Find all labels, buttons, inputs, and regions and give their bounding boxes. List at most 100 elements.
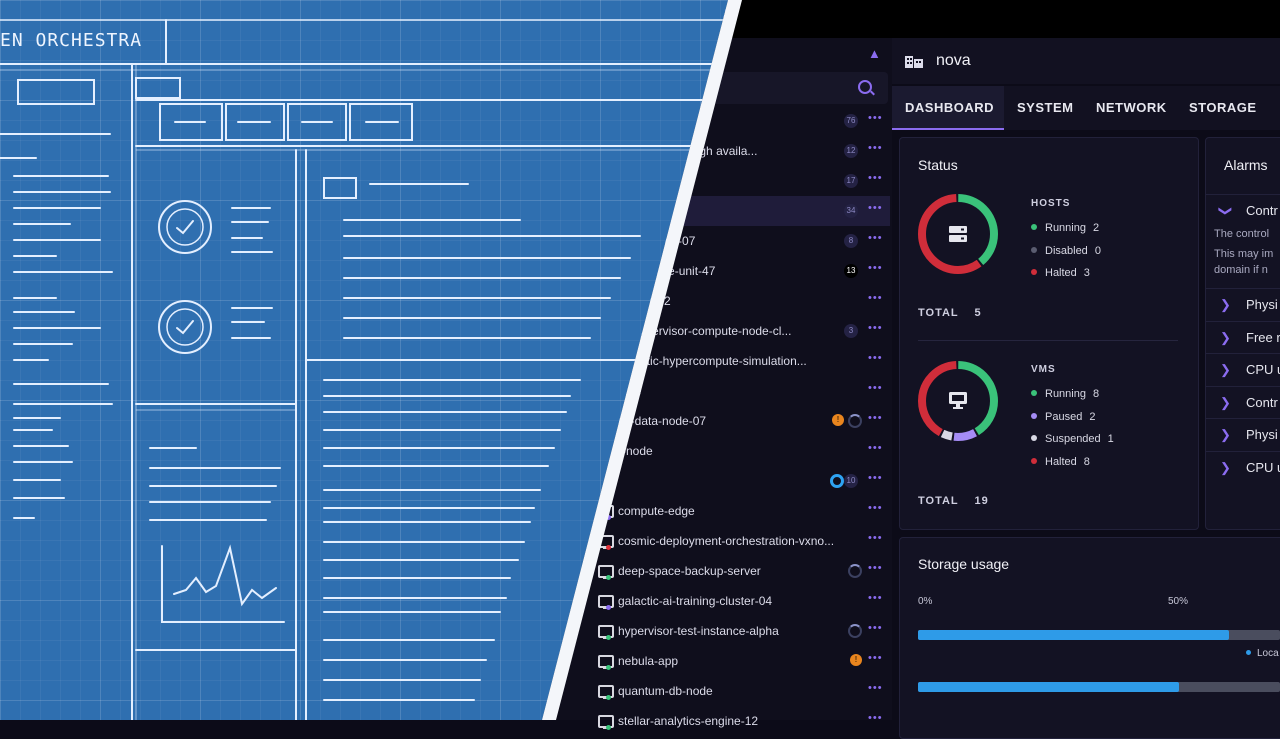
sidebar-tree-item[interactable]: hypervisor-test-instance-alpha ••• <box>560 616 890 646</box>
sidebar-item-label: quantum-db-node <box>618 684 713 698</box>
warning-icon: ! <box>832 414 844 426</box>
more-options-icon[interactable]: ••• <box>868 112 883 124</box>
vms-legend: Running 8 Paused 2 Suspended 1 Halted 8 <box>1031 388 1114 478</box>
sidebar-item-label: cosmic-deployment-orchestration-vxno... <box>618 534 835 548</box>
sidebar-item-label: hypervisor-test-instance-alpha <box>618 624 779 638</box>
count-badge: 12 <box>844 144 858 158</box>
chevron-right-icon: ❯ <box>1220 297 1231 312</box>
vm-status-dot <box>606 575 611 580</box>
more-options-icon[interactable]: ••• <box>868 682 883 694</box>
tab-system[interactable]: SYSTEM <box>1017 100 1073 115</box>
tab-dashboard[interactable]: DASHBOARD <box>905 100 994 115</box>
chevron-right-icon: ❯ <box>1220 427 1231 442</box>
more-options-icon[interactable]: ••• <box>868 412 883 424</box>
legend-value: 1 <box>1107 433 1114 445</box>
more-options-icon[interactable]: ••• <box>868 142 883 154</box>
legend-value: 2 <box>1092 222 1100 234</box>
more-options-icon[interactable]: ••• <box>868 232 883 244</box>
alarm-desc-3: domain if n <box>1214 264 1268 276</box>
count-badge: 8 <box>844 234 858 248</box>
legend-item: Suspended 1 <box>1031 433 1114 456</box>
alarm-item[interactable]: ❯ CPU u <box>1206 450 1280 484</box>
alarm-label: Physi <box>1246 427 1278 442</box>
more-options-icon[interactable]: ••• <box>868 442 883 454</box>
count-badge: 17 <box>844 174 858 188</box>
more-options-icon[interactable]: ••• <box>868 532 883 544</box>
more-options-icon[interactable]: ••• <box>868 322 883 334</box>
alarm-desc-1: The control <box>1214 228 1270 240</box>
alarm-label: Contr <box>1246 394 1278 410</box>
more-options-icon[interactable]: ••• <box>868 502 883 514</box>
more-options-icon[interactable]: ••• <box>868 172 883 184</box>
more-options-icon[interactable]: ••• <box>868 562 883 574</box>
pool-name: nova <box>936 52 971 69</box>
alarm-expanded[interactable]: ❯ Contr <box>1206 194 1280 227</box>
alarm-item[interactable]: ❯ CPU u <box>1206 353 1280 386</box>
legend-value: 0 <box>1094 244 1101 257</box>
legend-label: Halted <box>1045 267 1077 279</box>
tab-network[interactable]: NETWORK <box>1096 100 1167 115</box>
legend-item: Halted 8 <box>1031 456 1114 479</box>
loading-spinner-icon <box>848 414 862 428</box>
count-badge: 10 <box>844 474 858 488</box>
storage-legend: Loca <box>1246 648 1279 659</box>
loading-spinner-icon <box>848 564 862 578</box>
more-options-icon[interactable]: ••• <box>868 292 883 304</box>
more-options-icon[interactable]: ••• <box>868 652 883 664</box>
hosts-total: TOTAL 5 <box>918 307 982 319</box>
pin-icon[interactable]: ▲ <box>868 46 881 61</box>
more-options-icon[interactable]: ••• <box>868 592 883 604</box>
more-options-icon[interactable]: ••• <box>868 202 883 214</box>
chevron-right-icon: ❯ <box>1220 459 1231 475</box>
alarm-item[interactable]: ❯ Contr <box>1206 385 1280 419</box>
more-options-icon[interactable]: ••• <box>868 262 883 274</box>
sidebar-tree-item[interactable]: cosmic-deployment-orchestration-vxno... •… <box>560 526 890 556</box>
legend-dot <box>1031 412 1037 419</box>
tab-storage[interactable]: STORAGE <box>1189 100 1257 115</box>
storage-bar-2 <box>918 682 1280 692</box>
vms-caption: VMS <box>1031 364 1056 375</box>
chevron-right-icon: ❯ <box>1220 329 1231 345</box>
legend-dot <box>1031 390 1037 396</box>
search-icon[interactable] <box>858 80 872 94</box>
legend-value: 2 <box>1089 410 1096 423</box>
count-badge: 3 <box>844 324 858 338</box>
more-options-icon[interactable]: ••• <box>868 712 883 724</box>
status-title: Status <box>918 157 958 173</box>
more-options-icon[interactable]: ••• <box>868 622 883 634</box>
vms-total-value: 19 <box>974 495 989 507</box>
sidebar-tree-item[interactable]: nebula-app! ••• <box>560 646 890 676</box>
legend-dot <box>1031 224 1037 230</box>
legend-label: Running <box>1045 388 1086 400</box>
alarm-label: CPU u <box>1246 362 1280 377</box>
more-options-icon[interactable]: ••• <box>868 382 883 394</box>
sidebar-tree-item[interactable]: quantum-db-node ••• <box>560 676 890 706</box>
vm-status-dot <box>606 695 611 700</box>
hosts-legend: Running 2 Disabled 0 Halted 3 <box>1031 222 1101 290</box>
sidebar-tree-item[interactable]: deep-space-backup-server ••• <box>560 556 890 586</box>
legend-label: Halted <box>1045 455 1077 468</box>
legend-label: Running <box>1045 222 1086 234</box>
storage-legend-label: Loca <box>1257 648 1279 659</box>
legend-label: Paused <box>1045 410 1083 423</box>
storage-bar-1 <box>918 630 1280 640</box>
alarm-item[interactable]: ❯ Free r <box>1206 320 1280 354</box>
sidebar-tree-item[interactable]: stellar-analytics-engine-12 ••• <box>560 706 890 736</box>
sidebar-item-label: stellar-analytics-engine-12 <box>618 714 759 728</box>
alarms-title: Alarms <box>1224 157 1268 173</box>
chevron-right-icon: ❯ <box>1220 362 1231 377</box>
sidebar-item-label: galactic-ai-training-cluster-04 <box>618 594 773 608</box>
legend-value: 8 <box>1092 388 1100 400</box>
vm-status-dot <box>606 665 611 670</box>
more-options-icon[interactable]: ••• <box>868 352 883 364</box>
sidebar-item-label: deep-space-backup-server <box>618 564 761 578</box>
sidebar-tree-item[interactable]: galactic-ai-training-cluster-04 ••• <box>560 586 890 616</box>
vm-status-dot <box>606 725 611 730</box>
legend-value: 8 <box>1083 455 1090 468</box>
more-options-icon[interactable]: ••• <box>868 472 883 484</box>
legend-label: Suspended <box>1045 433 1101 445</box>
alarm-item[interactable]: ❯ Physi <box>1206 418 1280 451</box>
vms-total: TOTAL 19 <box>918 495 989 507</box>
sidebar-item-label: compute-edge <box>618 504 695 518</box>
alarm-item[interactable]: ❯ Physi <box>1206 288 1280 321</box>
